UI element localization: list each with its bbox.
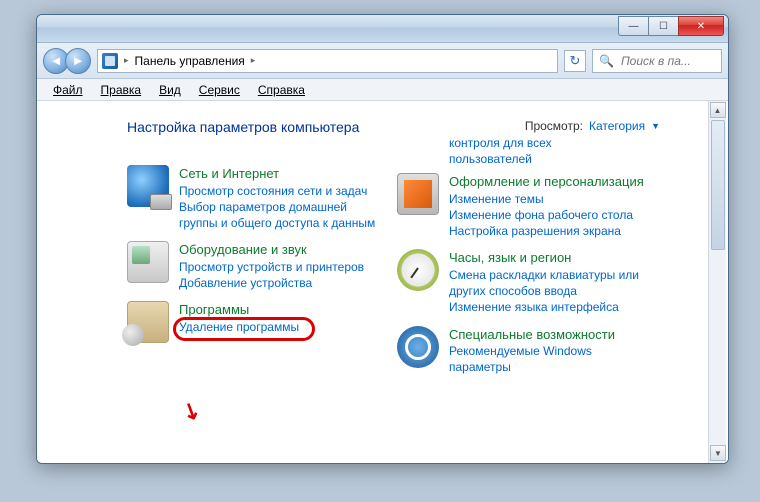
hardware-title[interactable]: Оборудование и звук (179, 242, 307, 257)
nav-arrows: ◄ ► (43, 48, 91, 74)
scroll-down-button[interactable]: ▼ (710, 445, 726, 461)
window-controls: — ☐ ✕ (618, 16, 724, 36)
category-appearance: Оформление и персонализация Изменение те… (397, 173, 647, 239)
scroll-thumb[interactable] (711, 120, 725, 250)
scroll-up-button[interactable]: ▲ (710, 102, 726, 118)
network-icon (127, 165, 169, 207)
accessibility-icon (397, 326, 439, 368)
programs-icon (127, 301, 169, 343)
forward-button[interactable]: ► (65, 48, 91, 74)
accessibility-title[interactable]: Специальные возможности (449, 327, 615, 342)
control-panel-window: — ☐ ✕ ◄ ► ▸ Панель управления ▸ ↻ 🔍 Файл… (36, 14, 729, 464)
category-accessibility: Специальные возможности Рекомендуемые Wi… (397, 326, 647, 376)
link-resolution[interactable]: Настройка разрешения экрана (449, 223, 644, 239)
menu-edit[interactable]: Правка (93, 81, 150, 99)
hardware-icon (127, 241, 169, 283)
breadcrumb-sep-2[interactable]: ▸ (251, 55, 256, 66)
content-area: Настройка параметров компьютера Просмотр… (37, 101, 728, 463)
breadcrumb-sep: ▸ (124, 55, 129, 66)
view-by-label: Просмотр: (525, 119, 583, 133)
search-input[interactable] (619, 53, 709, 69)
link-recommended-cut[interactable]: параметры (449, 360, 511, 374)
category-columns: Сеть и Интернет Просмотр состояния сети … (127, 165, 728, 386)
left-column: Сеть и Интернет Просмотр состояния сети … (127, 165, 387, 386)
category-clock: Часы, язык и регион Смена раскладки клав… (397, 249, 647, 315)
right-column: контроля для всех пользователей Оформлен… (397, 165, 647, 386)
search-box[interactable]: 🔍 (592, 49, 722, 73)
link-homegroup[interactable]: Выбор параметров домашней группы и общег… (179, 199, 387, 231)
link-uninstall-program[interactable]: Удаление программы (179, 319, 299, 335)
menu-help[interactable]: Справка (250, 81, 313, 99)
breadcrumb-text[interactable]: Панель управления (135, 54, 245, 68)
vertical-scrollbar[interactable]: ▲ ▼ (708, 101, 726, 463)
link-recommended[interactable]: Рекомендуемые Windows (449, 343, 615, 359)
dropdown-icon[interactable]: ▼ (651, 121, 660, 131)
programs-title[interactable]: Программы (179, 302, 249, 317)
link-change-theme[interactable]: Изменение темы (449, 191, 644, 207)
link-uac-partial-2[interactable]: пользователей (449, 152, 532, 166)
link-add-device[interactable]: Добавление устройства (179, 275, 364, 291)
category-programs: Программы Удаление программы (127, 301, 387, 343)
link-devices[interactable]: Просмотр устройств и принтеров (179, 259, 364, 275)
titlebar: — ☐ ✕ (37, 15, 728, 43)
navigation-bar: ◄ ► ▸ Панель управления ▸ ↻ 🔍 (37, 43, 728, 79)
view-by-value[interactable]: Категория (589, 119, 645, 133)
menu-file[interactable]: Файл (45, 81, 91, 99)
search-icon: 🔍 (599, 54, 614, 68)
link-ui-language[interactable]: Изменение языка интерфейса (449, 299, 647, 315)
close-button[interactable]: ✕ (678, 16, 724, 36)
link-network-status[interactable]: Просмотр состояния сети и задач (179, 183, 387, 199)
category-network: Сеть и Интернет Просмотр состояния сети … (127, 165, 387, 231)
clock-icon (397, 249, 439, 291)
refresh-button[interactable]: ↻ (564, 50, 586, 72)
menu-tools[interactable]: Сервис (191, 81, 248, 99)
link-keyboard-layout[interactable]: Смена раскладки клавиатуры или других сп… (449, 267, 647, 299)
maximize-button[interactable]: ☐ (648, 16, 678, 36)
menu-view[interactable]: Вид (151, 81, 189, 99)
address-bar[interactable]: ▸ Панель управления ▸ (97, 49, 558, 73)
menu-bar: Файл Правка Вид Сервис Справка (37, 79, 728, 101)
appearance-icon (397, 173, 439, 215)
appearance-title[interactable]: Оформление и персонализация (449, 174, 644, 189)
annotation-arrow: ↘ (177, 395, 205, 426)
minimize-button[interactable]: — (618, 16, 648, 36)
link-uac-partial-1[interactable]: контроля для всех (449, 136, 552, 150)
category-hardware: Оборудование и звук Просмотр устройств и… (127, 241, 387, 291)
control-panel-icon (102, 53, 118, 69)
link-change-wallpaper[interactable]: Изменение фона рабочего стола (449, 207, 644, 223)
view-by-row: Просмотр: Категория ▼ (525, 119, 660, 133)
clock-title[interactable]: Часы, язык и регион (449, 250, 571, 265)
network-title[interactable]: Сеть и Интернет (179, 166, 279, 181)
